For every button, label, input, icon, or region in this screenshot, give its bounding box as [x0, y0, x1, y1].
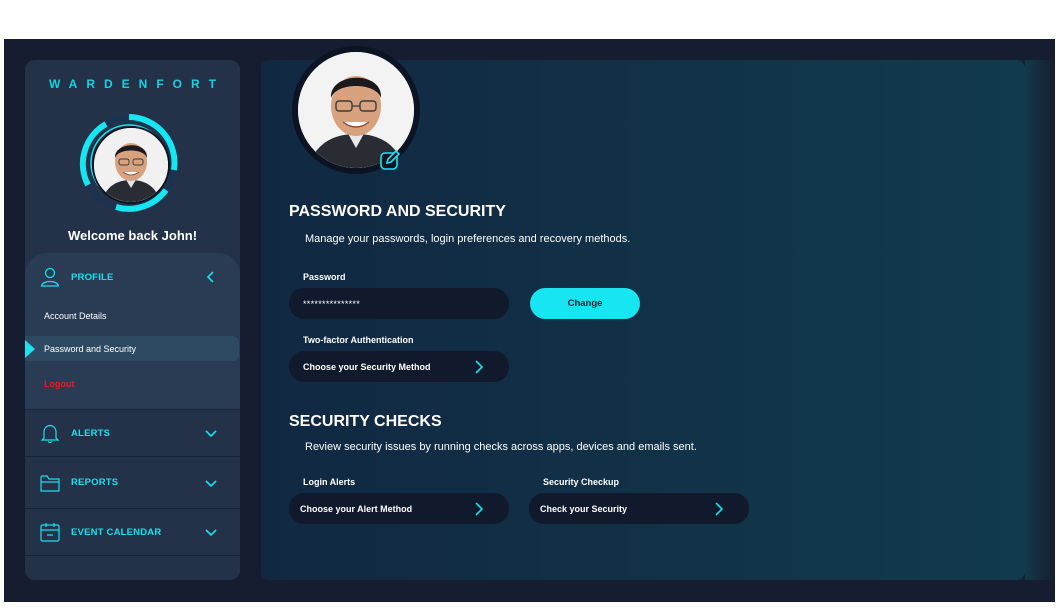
security-checkup-select[interactable]: Check your Security: [529, 493, 749, 524]
login-alerts-label: Login Alerts: [303, 477, 356, 487]
menu-section-reports[interactable]: REPORTS: [25, 457, 240, 508]
menu-label-event-calendar: EVENT CALENDAR: [71, 526, 162, 538]
change-password-button[interactable]: Change: [530, 288, 640, 319]
menu-section-profile: PROFILE Account Details Password and Sec…: [25, 253, 240, 409]
brand-logo: WARDENFORT: [49, 77, 225, 91]
folder-icon: [40, 474, 60, 492]
chevron-down-icon: [205, 479, 217, 487]
menu-section-event-calendar[interactable]: EVENT CALENDAR: [25, 509, 240, 555]
chevron-right-icon: [475, 359, 484, 374]
password-value: ***************: [303, 298, 361, 309]
welcome-message: Welcome back John!: [67, 228, 198, 243]
menu-label-profile: PROFILE: [71, 271, 114, 283]
security-checkup-label: Security Checkup: [543, 477, 620, 487]
sidebar: WARDENFORT Welcome back John! PROFILE Ac…: [25, 60, 240, 580]
login-alerts-select[interactable]: Choose your Alert Method: [289, 493, 509, 524]
bell-icon: [40, 424, 60, 444]
section-description-password: Manage your passwords, login preferences…: [305, 233, 631, 245]
two-factor-label: Two-factor Authentication: [303, 335, 414, 345]
main-panel: PASSWORD AND SECURITY Manage your passwo…: [261, 46, 1025, 580]
calendar-icon: [40, 523, 60, 542]
two-factor-select[interactable]: Choose your Security Method: [289, 351, 509, 382]
chevron-down-icon: [205, 529, 217, 537]
active-indicator-icon: [25, 340, 35, 358]
avatar: [92, 126, 170, 204]
person-portrait-icon: [94, 128, 168, 202]
password-label: Password: [303, 272, 346, 282]
security-checkup-value: Check your Security: [540, 503, 628, 514]
login-alerts-value: Choose your Alert Method: [300, 503, 413, 514]
menu-header-alerts: ALERTS: [25, 410, 240, 456]
app-window: WARDENFORT Welcome back John! PROFILE Ac…: [4, 39, 1055, 602]
section-description-security-checks: Review security issues by running checks…: [305, 441, 697, 453]
two-factor-value: Choose your Security Method: [303, 361, 431, 372]
chevron-left-icon[interactable]: [204, 270, 218, 284]
menu-header-profile[interactable]: PROFILE: [25, 253, 240, 301]
panel-edge: [1025, 60, 1055, 580]
divider: [25, 555, 240, 556]
menu-header-reports: REPORTS: [25, 457, 240, 508]
section-title-password: PASSWORD AND SECURITY: [289, 203, 506, 220]
chevron-right-icon: [715, 501, 724, 516]
sidebar-menu: PROFILE Account Details Password and Sec…: [25, 253, 240, 556]
sidebar-item-password-security[interactable]: Password and Security: [25, 336, 239, 361]
edit-photo-icon[interactable]: [378, 148, 402, 172]
chevron-right-icon: [475, 501, 484, 516]
password-field[interactable]: ***************: [289, 288, 509, 319]
user-icon: [40, 267, 60, 287]
section-title-security-checks: SECURITY CHECKS: [289, 413, 442, 430]
sidebar-avatar: [76, 110, 182, 216]
menu-section-alerts[interactable]: ALERTS: [25, 410, 240, 456]
sidebar-item-label: Password and Security: [44, 344, 137, 354]
menu-label-alerts: ALERTS: [71, 427, 111, 439]
menu-header-event-calendar: EVENT CALENDAR: [25, 509, 240, 555]
logout-link[interactable]: Logout: [44, 379, 75, 389]
chevron-down-icon: [205, 430, 217, 438]
menu-label-reports: REPORTS: [71, 477, 119, 488]
sidebar-item-account-details[interactable]: Account Details: [44, 311, 107, 321]
